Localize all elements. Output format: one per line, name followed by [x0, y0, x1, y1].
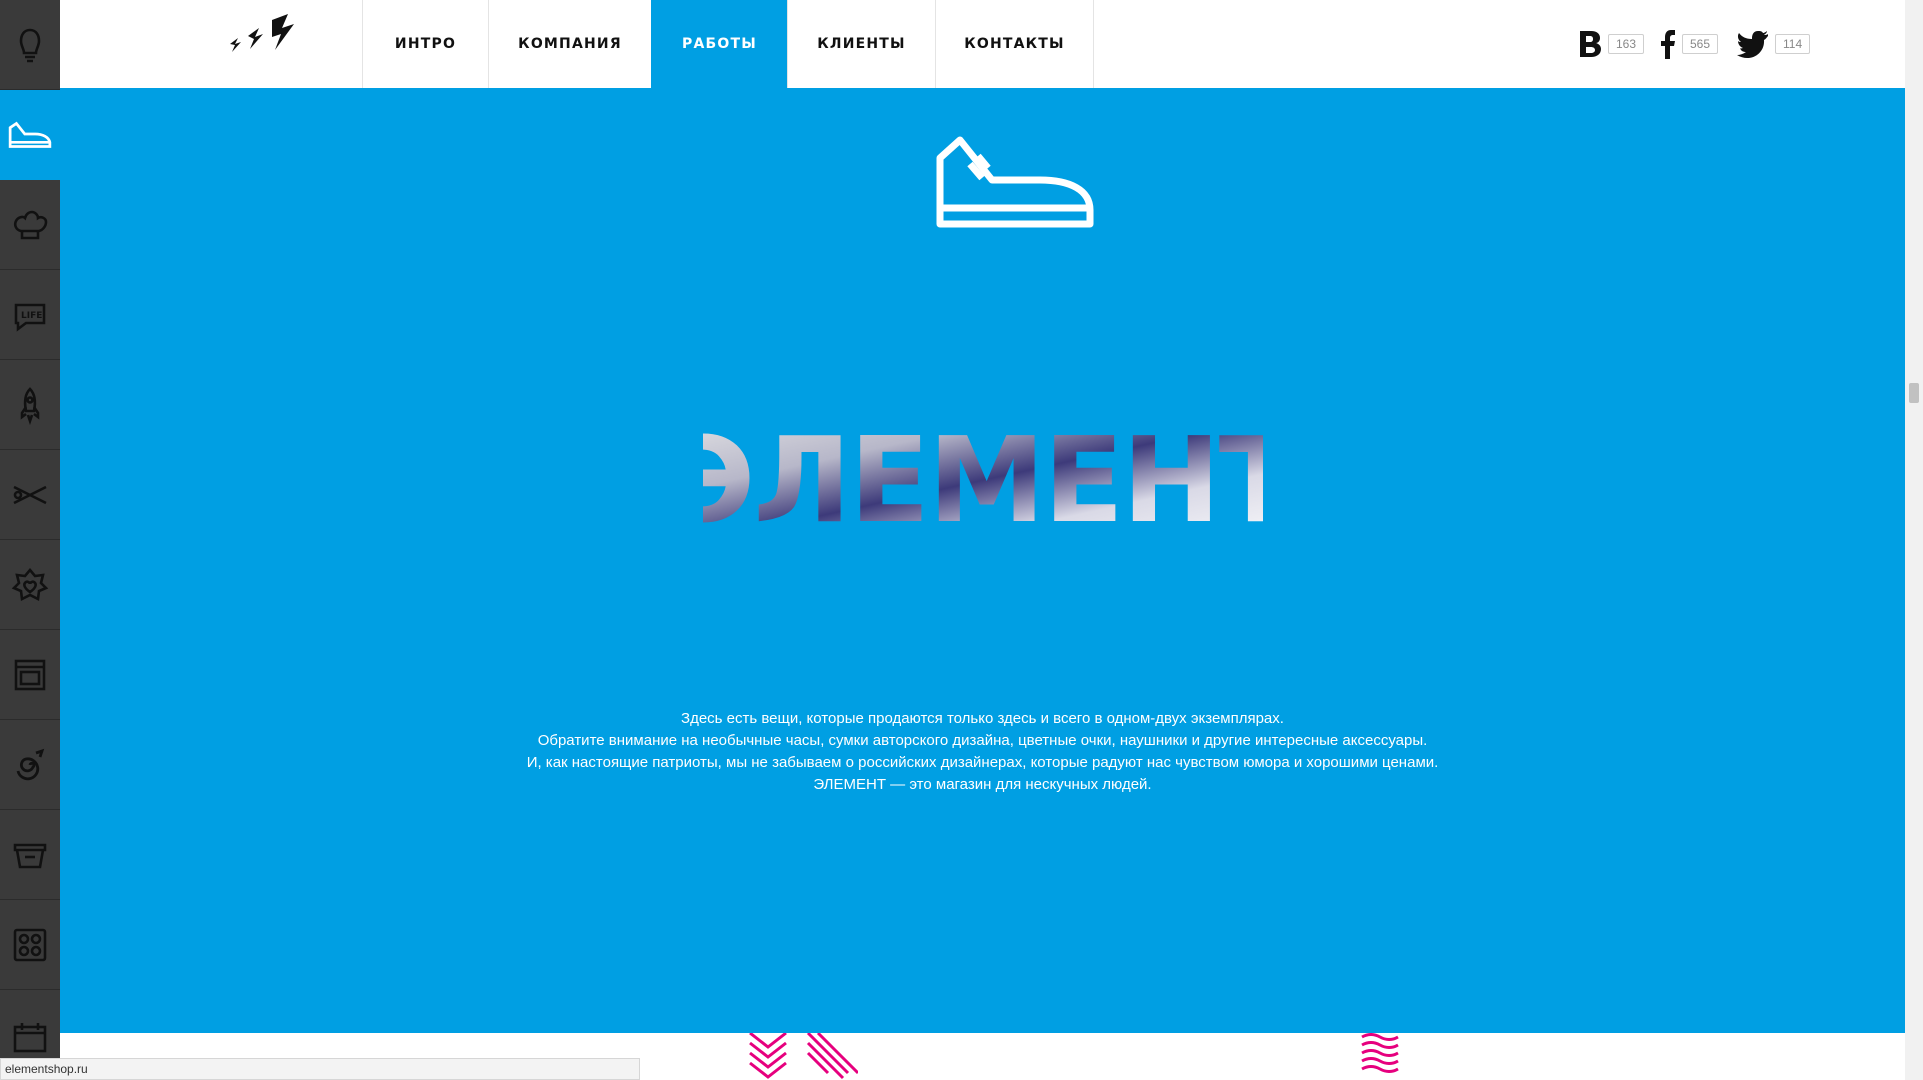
project-hero: ЭЛЕМЕНТ Здесь есть вещи, которые продают…: [60, 88, 1905, 1033]
sidebar-item-life[interactable]: LIFE: [0, 270, 60, 360]
sneaker-outline-icon: [936, 136, 1094, 228]
sidebar-item-grid[interactable]: [0, 900, 60, 990]
sidebar: LIFE: [0, 0, 60, 1080]
life-speech-bubble-icon: LIFE: [14, 303, 46, 332]
main-nav: ИНТРО КОМПАНИЯ РАБОТЫ КЛИЕНТЫ КОНТАКТЫ: [362, 0, 1094, 88]
nav-clients[interactable]: КЛИЕНТЫ: [787, 0, 935, 88]
sidebar-item-oven[interactable]: [0, 630, 60, 720]
sidebar-item-spiral[interactable]: [0, 720, 60, 810]
vk-icon: [1580, 31, 1601, 57]
svg-text:ЭЛЕМЕНТ: ЭЛЕМЕНТ: [703, 426, 1263, 536]
description-line: Здесь есть вещи, которые продаются тольк…: [681, 710, 1284, 727]
vk-count: 163: [1608, 34, 1645, 54]
browser-status-url: elementshop.ru: [0, 1058, 640, 1080]
nav-intro[interactable]: ИНТРО: [362, 0, 488, 88]
social-facebook[interactable]: 565: [1660, 24, 1719, 64]
description-line: И, как настоящие патриоты, мы не забывае…: [526, 754, 1439, 771]
chef-hat-icon: [13, 210, 48, 239]
flower-heart-icon: [11, 567, 49, 601]
social-twitter[interactable]: 114: [1737, 24, 1811, 64]
chevron-pattern: [749, 1033, 858, 1080]
brand-wordmark: ЭЛЕМЕНТ: [668, 411, 1300, 549]
social-vk[interactable]: 163: [1578, 24, 1645, 64]
svg-text:LIFE: LIFE: [21, 311, 42, 321]
spiral-icon: [16, 748, 45, 780]
sidebar-item-sneaker[interactable]: [0, 90, 60, 180]
nav-contacts[interactable]: КОНТАКТЫ: [935, 0, 1094, 88]
scrollbar-thumb[interactable]: [1909, 383, 1919, 403]
scissors-icon: [13, 485, 47, 504]
basket-icon: [13, 843, 47, 868]
bulb-icon: [19, 28, 41, 62]
sidebar-item-flower[interactable]: [0, 540, 60, 630]
oven-icon: [14, 659, 46, 690]
sneaker-icon: [8, 121, 52, 148]
nav-company[interactable]: КОМПАНИЯ: [488, 0, 651, 88]
sidebar-item-rocket[interactable]: [0, 360, 60, 450]
sidebar-item-bulb[interactable]: [0, 0, 60, 90]
top-header: ИНТРО КОМПАНИЯ РАБОТЫ КЛИЕНТЫ КОНТАКТЫ 1…: [60, 0, 1905, 88]
facebook-count: 565: [1682, 34, 1719, 54]
twitter-count: 114: [1775, 34, 1811, 54]
nav-works[interactable]: РАБОТЫ: [651, 0, 787, 88]
page-scrollbar[interactable]: [1905, 0, 1923, 1080]
lightning-bolts-logo[interactable]: [220, 14, 310, 64]
facebook-icon: [1661, 30, 1675, 59]
wave-pattern: [1361, 1033, 1399, 1073]
sidebar-item-chef[interactable]: [0, 180, 60, 270]
description-line: ЭЛЕМЕНТ — это магазин для нескучных люде…: [813, 776, 1152, 793]
calendar-icon: [13, 1022, 47, 1052]
description-line: Обратите внимание на необычные часы, сум…: [537, 732, 1428, 749]
rocket-icon: [20, 386, 40, 425]
brand-title: ЭЛЕМЕНТ: [60, 411, 1905, 549]
sidebar-item-scissors[interactable]: [0, 450, 60, 540]
sidebar-item-basket[interactable]: [0, 810, 60, 900]
project-description: Здесь есть вещи, которые продаются тольк…: [60, 708, 1905, 796]
twitter-icon: [1737, 31, 1768, 59]
grid-circles-icon: [13, 928, 47, 961]
